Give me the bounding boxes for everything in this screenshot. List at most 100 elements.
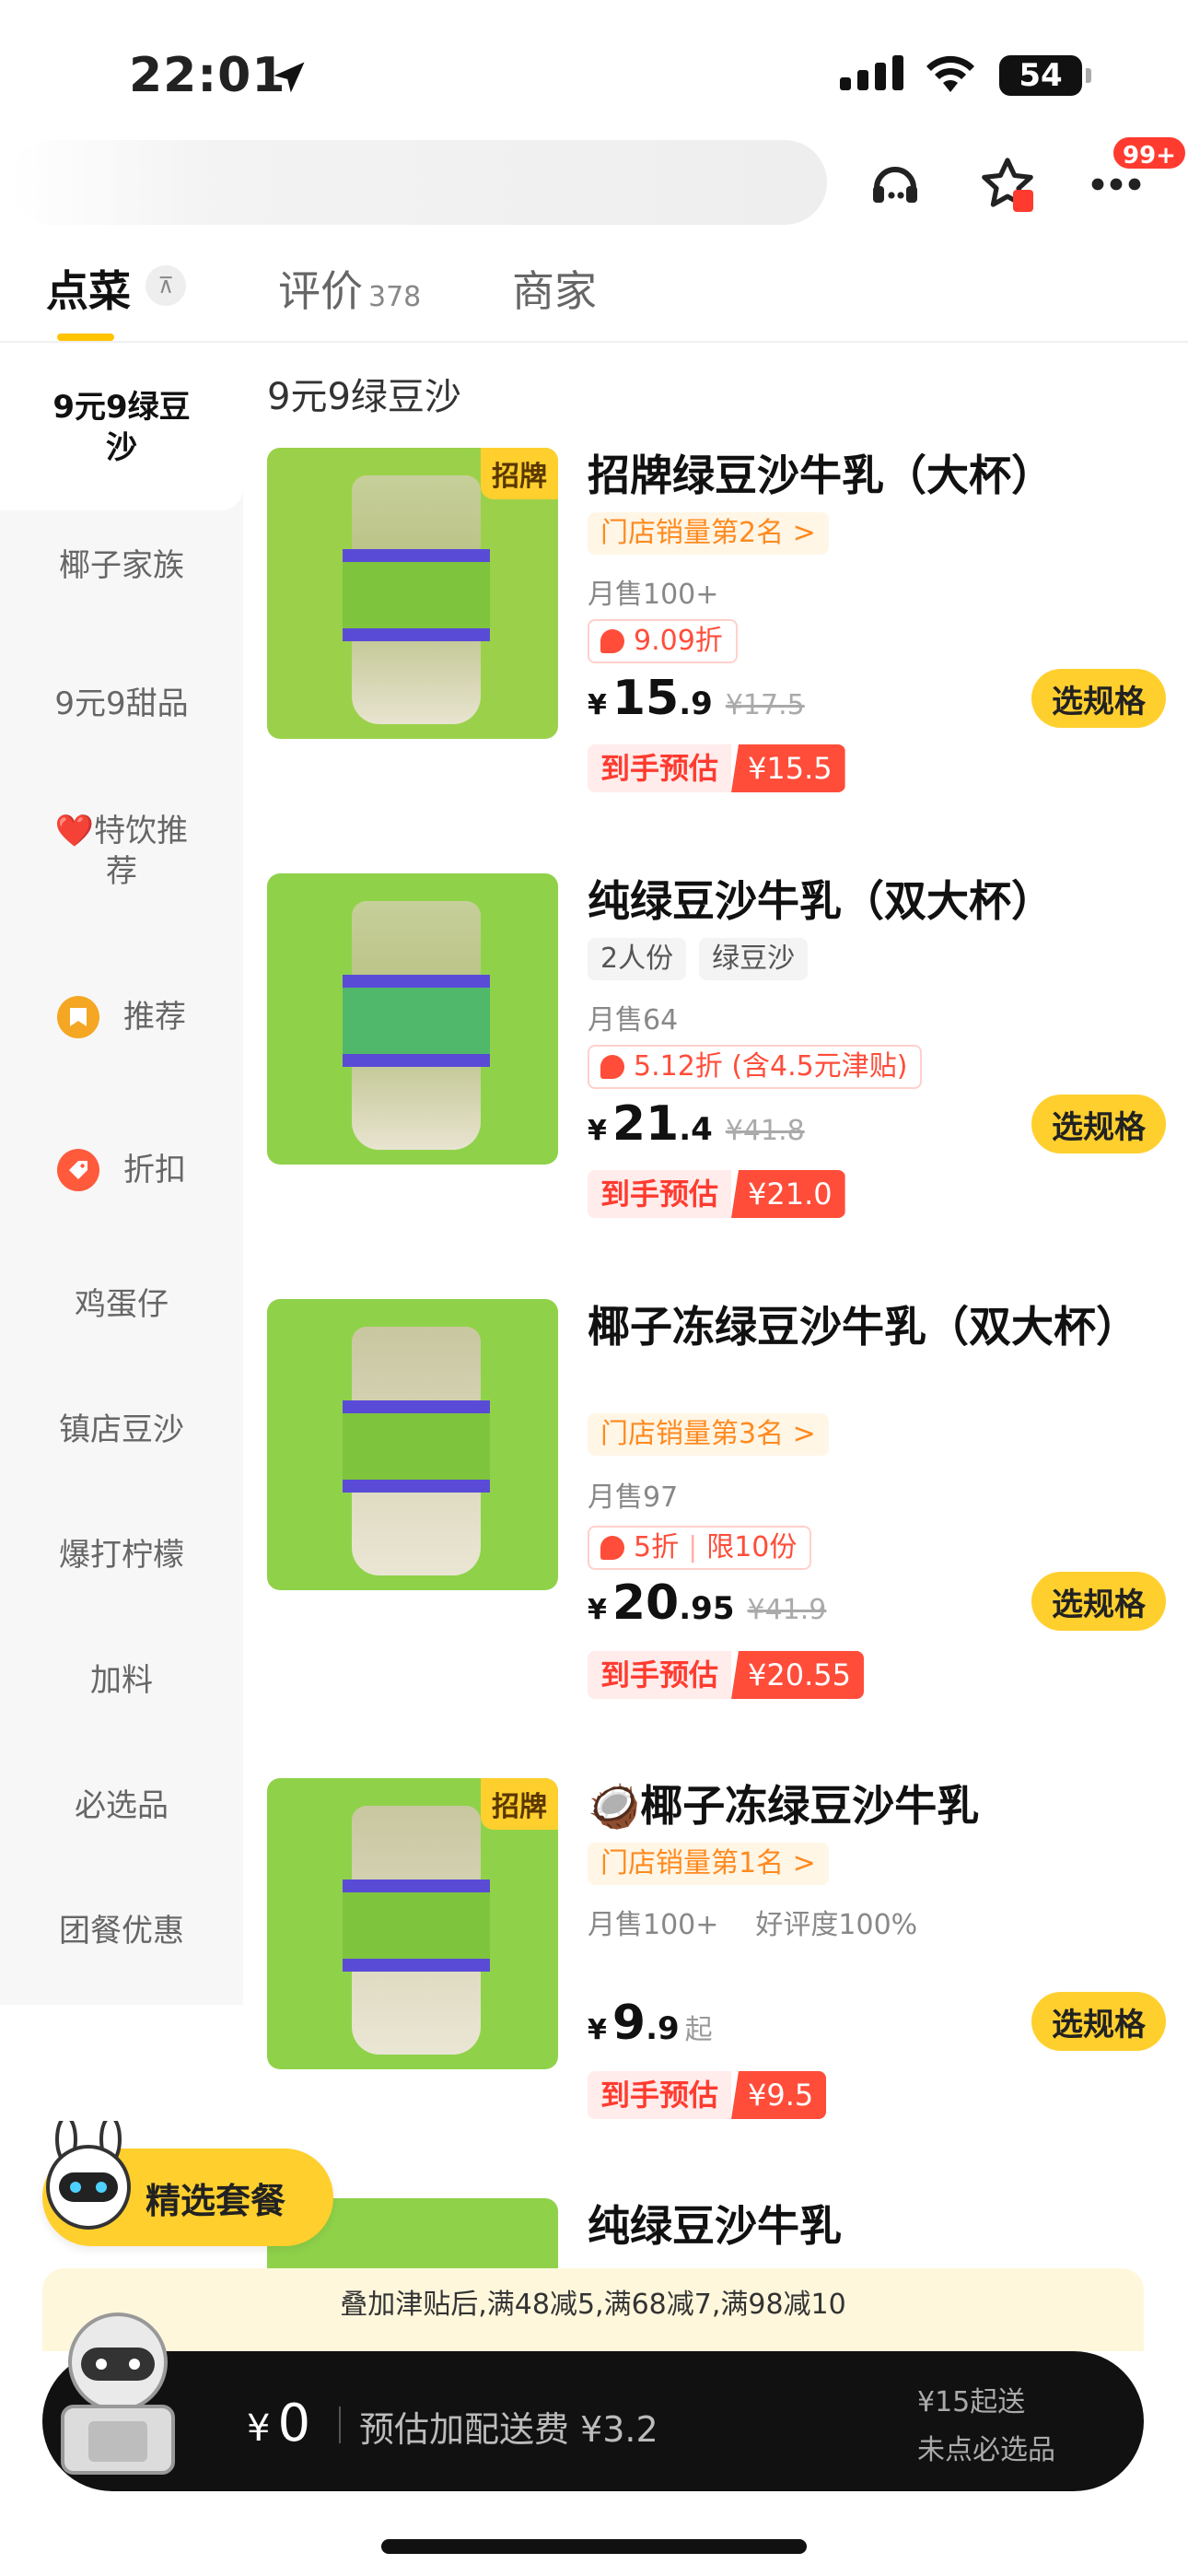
original-price: ¥41.9 [747,1594,827,1626]
cup-band-illustration [343,1400,490,1493]
cart-bar[interactable]: ¥0 预估加配送费 ¥3.2 ¥15起送 未点必选品 [42,2351,1144,2491]
sidebar-item-green-bean[interactable]: 9元9绿豆沙 [0,345,243,510]
cup-band-illustration [343,1879,490,1972]
section-title: 9元9绿豆沙 [267,376,461,418]
sidebar-item-label: 推荐 [123,999,186,1036]
product-image[interactable] [267,873,558,1165]
spec-chips: 2人份 绿豆沙 [588,938,821,980]
promo-strip: 叠加津贴后,满48减5,满68减7,满98减10 [42,2268,1144,2351]
original-price: ¥17.5 [725,689,805,721]
sidebar-item-lemon[interactable]: 爆打柠檬 [0,1518,243,1592]
combo-meal-button[interactable]: 精选套餐 [42,2121,333,2246]
notification-badge: 99+ [1111,135,1188,171]
price: ¥ 20 .95 ¥41.9 [588,1575,827,1631]
original-price: ¥41.8 [725,1115,805,1147]
tab-active-indicator [57,334,114,341]
monthly-sales: 月售64 [588,1004,679,1036]
rating: 好评度100% [755,1909,918,1941]
tab-order[interactable]: 点菜 [46,258,131,319]
sidebar-item-label: 椰子家族 [59,547,184,584]
sidebar-item-label: ❤️特饮推荐 [54,813,189,890]
product-card[interactable]: 纯绿豆沙牛乳 [267,2198,1179,2272]
sidebar-item-special-drinks[interactable]: ❤️特饮推荐 [0,796,243,907]
required-note: 未点必选品 [917,2434,1055,2466]
sidebar-item-discount[interactable]: 折扣 [0,1133,243,1207]
price: ¥ 9 .9 起 [588,1996,713,2051]
sidebar-item-label: 镇店豆沙 [59,1411,184,1448]
combo-meal-label: 精选套餐 [146,2180,286,2221]
sales-rank-chip[interactable]: 门店销量第3名 > [588,1413,829,1456]
select-spec-button[interactable]: 选规格 [1031,1095,1166,1153]
select-spec-button[interactable]: 选规格 [1031,669,1166,728]
product-card[interactable]: 招牌 招牌绿豆沙牛乳（大杯） 门店销量第2名 > 月售100+ 9.09折 ¥ … [267,448,1179,844]
tab-label: 点菜 [46,266,131,316]
product-card[interactable]: 招牌 🥥椰子冻绿豆沙牛乳 门店销量第1名 > 月售100+ 好评度100% ¥ 9… [267,1778,1179,2174]
bookmark-icon [57,996,99,1038]
estimated-price-badge: 到手预估 ¥20.55 [588,1651,864,1699]
review-count: 378 [368,281,422,313]
sidebar-item-group-meal[interactable]: 团餐优惠 [0,1894,243,1968]
signature-tag: 招牌 [481,448,558,499]
min-order-info: ¥15起送 未点必选品 [917,2379,1055,2475]
product-card[interactable]: 纯绿豆沙牛乳（双大杯） 2人份 绿豆沙 月售64 5.12折 (含4.5元津贴) … [267,873,1179,1270]
battery-indicator: 54 [999,55,1091,96]
price: ¥ 21 .4 ¥41.8 [588,1096,805,1152]
sidebar-item-required[interactable]: 必选品 [0,1769,243,1843]
product-image[interactable]: 招牌 [267,448,558,739]
sales-rank-chip[interactable]: 门店销量第2名 > [588,512,829,555]
product-name: 🥥椰子冻绿豆沙牛乳 [588,1781,980,1831]
discount-tag-icon [57,1149,99,1191]
wifi-icon [926,55,974,92]
monthly-sales: 月售100+ 好评度100% [588,1909,918,1941]
sidebar-item-label: 必选品 [75,1787,169,1824]
cup-band-illustration [343,975,490,1067]
monthly-sales: 月售100+ [588,579,719,611]
tab-reviews[interactable]: 评价 378 [278,258,421,319]
select-spec-button[interactable]: 选规格 [1031,1572,1166,1631]
sidebar-item-recommend[interactable]: 推荐 [0,980,243,1054]
divider [339,2406,341,2443]
product-name: 纯绿豆沙牛乳（双大杯） [588,876,1054,926]
search-bar[interactable] [9,140,827,225]
cup-band-illustration [343,549,490,641]
price: ¥ 15 .9 ¥17.5 [588,671,805,726]
sidebar-item-label: 9元9绿豆沙 [52,389,191,466]
status-time: 22:01 [129,48,286,103]
estimated-price-badge: 到手预估 ¥21.0 [588,1170,845,1218]
sales-rank-chip[interactable]: 门店销量第1名 > [588,1843,829,1885]
cart-total: ¥0 [247,2394,311,2453]
sidebar-item-signature-bean[interactable]: 镇店豆沙 [0,1393,243,1467]
sidebar-item-toppings[interactable]: 加料 [0,1644,243,1717]
product-card[interactable]: 椰子冻绿豆沙牛乳（双大杯） 门店销量第3名 > 月售97 5折 | 限10份 ¥… [267,1299,1179,1714]
spec-chip: 2人份 [588,938,687,980]
tab-label: 商家 [512,266,597,316]
spec-chip: 绿豆沙 [699,938,809,980]
sidebar-item-dessert[interactable]: 9元9甜品 [0,649,243,759]
sidebar-item-label: 折扣 [123,1152,186,1188]
estimated-price-badge: 到手预估 ¥15.5 [588,744,845,792]
sidebar-item-egg-waffle[interactable]: 鸡蛋仔 [0,1268,243,1341]
sidebar-item-label: 鸡蛋仔 [75,1286,169,1323]
product-name: 纯绿豆沙牛乳 [588,2201,842,2251]
product-image[interactable]: 招牌 [267,1778,558,2069]
discount-chip: 9.09折 [588,619,738,663]
robot-mascot-icon [46,2121,131,2230]
delivery-fee: 预估加配送费 ¥3.2 [359,2409,658,2450]
select-spec-button[interactable]: 选规格 [1031,1992,1166,2051]
pin-icon[interactable]: ⊼ [146,265,186,306]
product-name: 椰子冻绿豆沙牛乳（双大杯） [588,1302,1138,1352]
tab-bar: 点菜 ⊼ 评价 378 商家 [0,249,1188,343]
discount-tag-icon [600,1055,624,1079]
signature-tag: 招牌 [481,1778,558,1830]
tab-merchant[interactable]: 商家 [512,258,597,319]
product-image[interactable] [267,1299,558,1590]
discount-tag-icon [600,629,624,653]
product-name: 招牌绿豆沙牛乳（大杯） [588,451,1054,500]
category-sidebar: 9元9绿豆沙 椰子家族 9元9甜品 ❤️特饮推荐 推荐 折扣 鸡蛋仔 镇店豆沙 … [0,345,243,2005]
favorite-star-icon[interactable] [978,155,1037,214]
cart-mascot-icon[interactable] [41,2307,197,2478]
status-bar: 22:01 54 [0,0,1188,138]
customer-service-icon[interactable] [866,155,925,214]
discount-chip: 5折 | 限10份 [588,1526,812,1570]
sidebar-item-coconut[interactable]: 椰子家族 [0,529,243,603]
